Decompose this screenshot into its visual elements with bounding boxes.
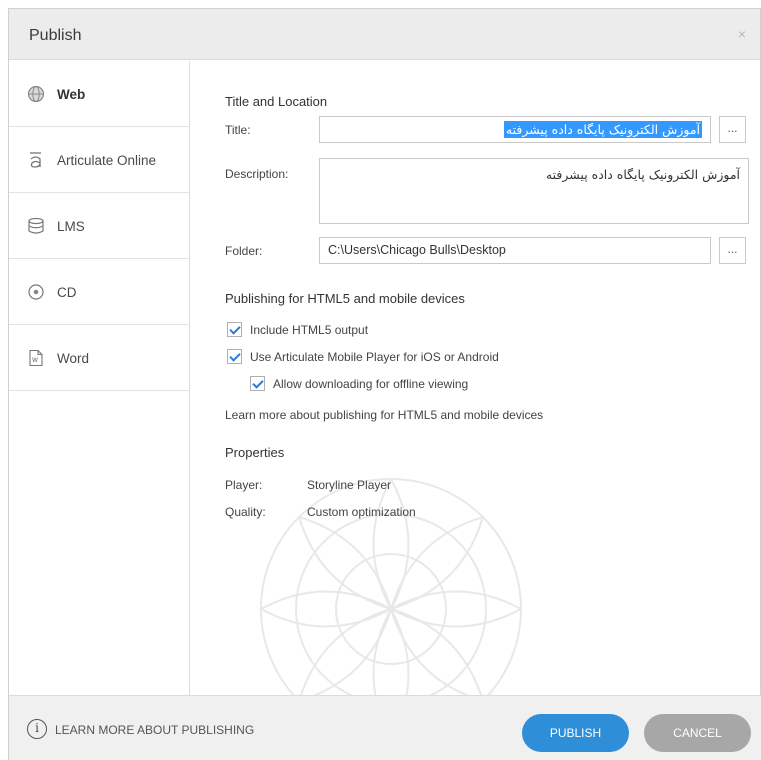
properties-heading: Properties <box>225 445 285 460</box>
publish-dialog: Publish × Web Articulate Online LMS CD W… <box>8 8 761 760</box>
offline-viewing-label: Allow downloading for offline viewing <box>273 376 469 391</box>
quality-label: Quality: <box>225 505 266 519</box>
title-bar: Publish × <box>9 9 760 60</box>
sidebar-item-label: Word <box>57 351 90 366</box>
database-icon <box>28 217 44 234</box>
info-icon: i <box>27 719 47 739</box>
svg-text:W: W <box>32 357 38 364</box>
sidebar-item-lms[interactable]: LMS <box>9 193 190 259</box>
publish-settings-panel: Title and Location Title: آموزش الکترونی… <box>191 61 761 695</box>
learn-more-publishing-link[interactable]: LEARN MORE ABOUT PUBLISHING <box>55 723 254 737</box>
title-field[interactable]: آموزش الکترونیک پایگاه داده پیشرفته <box>319 116 711 143</box>
close-icon[interactable]: × <box>738 26 746 42</box>
folder-label: Folder: <box>225 244 263 258</box>
sidebar-item-label: LMS <box>57 219 85 234</box>
title-label: Title: <box>225 123 251 137</box>
globe-icon <box>27 85 45 103</box>
mobile-player-checkbox[interactable]: Use Articulate Mobile Player for iOS or … <box>227 349 499 364</box>
html5-learn-more-link[interactable]: Learn more about publishing for HTML5 an… <box>225 408 543 422</box>
watermark-logo <box>258 476 524 695</box>
player-value-link[interactable]: Storyline Player <box>307 478 391 492</box>
sidebar-item-web[interactable]: Web <box>9 61 190 127</box>
sidebar-item-label: Articulate Online <box>57 153 157 168</box>
cancel-button[interactable]: CANCEL <box>644 714 751 752</box>
publish-button[interactable]: PUBLISH <box>522 714 629 752</box>
checkmark-icon <box>250 376 265 391</box>
checkmark-icon <box>227 322 242 337</box>
sidebar-item-label: Web <box>57 87 86 102</box>
articulate-icon <box>30 152 41 168</box>
mobile-player-label: Use Articulate Mobile Player for iOS or … <box>250 349 499 364</box>
word-document-icon: W <box>29 349 43 367</box>
folder-browse-button[interactable]: ... <box>719 237 746 264</box>
sidebar-item-word[interactable]: W Word <box>9 325 190 391</box>
description-label: Description: <box>225 167 289 181</box>
folder-field[interactable]: C:\Users\Chicago Bulls\Desktop <box>319 237 711 264</box>
dialog-title: Publish <box>29 27 82 44</box>
checkmark-icon <box>227 349 242 364</box>
sidebar-item-label: CD <box>57 285 77 300</box>
sidebar-item-cd[interactable]: CD <box>9 259 190 325</box>
quality-value-link[interactable]: Custom optimization <box>307 505 416 519</box>
include-html5-checkbox[interactable]: Include HTML5 output <box>227 322 368 337</box>
player-label: Player: <box>225 478 263 492</box>
offline-viewing-checkbox[interactable]: Allow downloading for offline viewing <box>250 376 468 391</box>
disc-icon <box>28 284 44 300</box>
title-browse-button[interactable]: ... <box>719 116 746 143</box>
dialog-footer: i LEARN MORE ABOUT PUBLISHING PUBLISH CA… <box>9 695 761 760</box>
sidebar-item-articulate-online[interactable]: Articulate Online <box>9 127 190 193</box>
html5-heading: Publishing for HTML5 and mobile devices <box>225 291 465 306</box>
include-html5-label: Include HTML5 output <box>250 322 369 337</box>
title-field-value: آموزش الکترونیک پایگاه داده پیشرفته <box>503 121 702 138</box>
title-location-heading: Title and Location <box>225 94 328 109</box>
publish-target-sidebar: Web Articulate Online LMS CD W Word <box>9 61 190 695</box>
description-field[interactable]: آموزش الکترونیک پایگاه داده پیشرفته <box>319 158 749 224</box>
